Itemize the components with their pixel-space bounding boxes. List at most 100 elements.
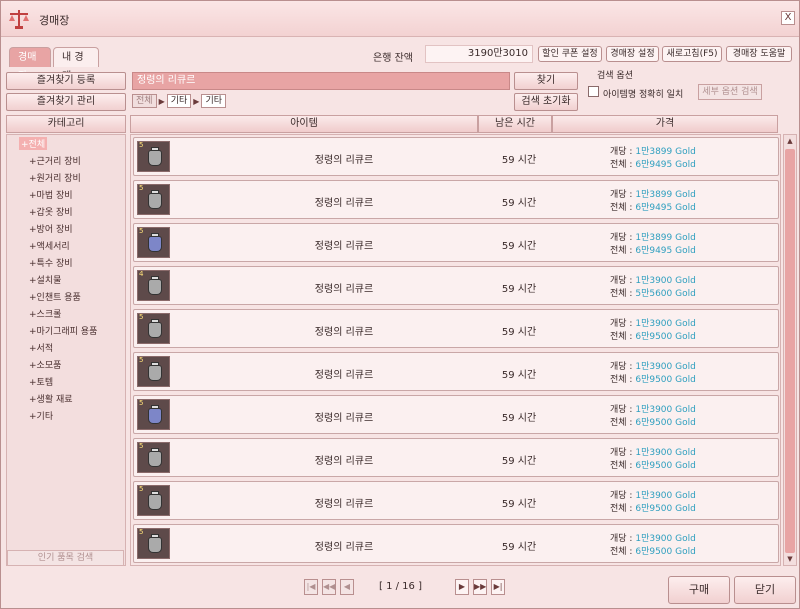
category-item[interactable]: +특수 장비 xyxy=(29,256,73,269)
popular-items-search-button[interactable]: 인기 품목 검색 xyxy=(7,550,124,566)
search-input[interactable]: 정령의 리큐르 xyxy=(132,72,510,90)
total-price: 전체 : 6만9495 Gold xyxy=(610,200,696,213)
total-price-value: 6만9500 Gold xyxy=(635,418,696,428)
item-name: 정령의 리큐르 xyxy=(314,241,374,252)
time-column-header[interactable]: 남은 시간 xyxy=(478,115,552,133)
category-item[interactable]: +인챈트 용품 xyxy=(29,290,81,303)
total-price-label: 전체 : xyxy=(610,504,633,514)
prev-page-icon[interactable]: ◀ xyxy=(340,579,354,595)
tab-auction[interactable]: 경매장 xyxy=(9,47,51,82)
unit-price: 개당 : 1만3899 Gold xyxy=(610,187,696,200)
category-item[interactable]: +서적 xyxy=(29,341,53,354)
unit-price-label: 개당 : xyxy=(610,190,633,200)
breadcrumb-item[interactable]: 전체 xyxy=(132,94,157,108)
liqueur-bottle-icon: 4 xyxy=(137,270,170,301)
bottle-body xyxy=(148,365,162,381)
add-favorite-button[interactable]: 즐겨찾기 등록 xyxy=(6,72,126,90)
unit-price-value: 1만3899 Gold xyxy=(635,147,696,157)
unit-price: 개당 : 1만3900 Gold xyxy=(610,531,696,544)
unit-price-value: 1만3900 Gold xyxy=(635,362,696,372)
table-row[interactable]: 5 정령의 리큐르 59 시간 개당 : 1만3900 Gold 전체 : 6만9500… xyxy=(133,438,779,477)
bottle-body xyxy=(148,451,162,467)
total-price-value: 6만9495 Gold xyxy=(635,203,696,213)
liqueur-bottle-icon: 5 xyxy=(137,356,170,387)
list-scrollbar[interactable]: ▲ ▼ xyxy=(783,134,797,566)
liqueur-bottle-icon: 5 xyxy=(137,528,170,559)
unit-price: 개당 : 1만3899 Gold xyxy=(610,230,696,243)
table-row[interactable]: 5 정령의 리큐르 59 시간 개당 : 1만3900 Gold 전체 : 6만9500… xyxy=(133,395,779,434)
first-page-icon[interactable]: |◀ xyxy=(304,579,318,595)
time-left: 59 시간 xyxy=(501,370,537,381)
category-item[interactable]: +갑옷 장비 xyxy=(29,205,73,218)
table-row[interactable]: 5 정령의 리큐르 59 시간 개당 : 1만3899 Gold 전체 : 6만9495… xyxy=(133,180,779,219)
breadcrumb-item[interactable]: 기타 xyxy=(201,94,226,108)
scroll-up-icon[interactable]: ▲ xyxy=(784,135,796,147)
item-name: 정령의 리큐르 xyxy=(314,499,374,510)
close-button[interactable]: 닫기 xyxy=(734,576,796,604)
category-item[interactable]: +소모품 xyxy=(29,358,61,371)
time-left: 59 시간 xyxy=(501,542,537,553)
unit-price-value: 1만3900 Gold xyxy=(635,534,696,544)
reset-search-button[interactable]: 검색 초기화 xyxy=(514,93,578,111)
item-name: 정령의 리큐르 xyxy=(314,327,374,338)
exact-match-checkbox[interactable] xyxy=(588,86,599,97)
category-item[interactable]: +마법 장비 xyxy=(29,188,73,201)
title-bar[interactable]: 경매장 X xyxy=(1,1,799,37)
table-row[interactable]: 5 정령의 리큐르 59 시간 개당 : 1만3899 Gold 전체 : 6만9495… xyxy=(133,223,779,262)
category-item[interactable]: +액세서리 xyxy=(29,239,70,252)
price-column-header[interactable]: 가격 xyxy=(552,115,778,133)
find-button[interactable]: 찾기 xyxy=(514,72,578,90)
item-count: 5 xyxy=(139,356,144,364)
total-price-label: 전체 : xyxy=(610,547,633,557)
table-row[interactable]: 5 정령의 리큐르 59 시간 개당 : 1만3900 Gold 전체 : 6만9500… xyxy=(133,309,779,348)
detail-search-button[interactable]: 세부 옵션 검색 xyxy=(698,84,762,100)
bottle-body xyxy=(148,322,162,338)
table-row[interactable]: 5 정령의 리큐르 59 시간 개당 : 1만3899 Gold 전체 : 6만9495… xyxy=(133,137,779,176)
exact-match-label: 아이템명 정확히 일치 xyxy=(603,90,684,100)
total-price-value: 6만9500 Gold xyxy=(635,461,696,471)
category-item[interactable]: +설치물 xyxy=(29,273,61,286)
chevron-right-icon: ▶ xyxy=(193,96,200,106)
next-page-icon[interactable]: ▶ xyxy=(455,579,469,595)
total-price-label: 전체 : xyxy=(610,289,633,299)
category-all[interactable]: +전체 xyxy=(19,137,48,150)
scroll-down-icon[interactable]: ▼ xyxy=(784,553,796,565)
total-price-label: 전체 : xyxy=(610,332,633,342)
breadcrumb-item[interactable]: 기타 xyxy=(166,94,192,108)
item-count: 5 xyxy=(139,528,144,536)
category-item[interactable]: +스크롤 xyxy=(29,307,61,320)
table-row[interactable]: 5 정령의 리큐르 59 시간 개당 : 1만3900 Gold 전체 : 6만9500… xyxy=(133,352,779,391)
total-price-value: 6만9500 Gold xyxy=(635,375,696,385)
scroll-thumb[interactable] xyxy=(785,149,795,553)
next-ten-pages-icon[interactable]: ▶▶ xyxy=(473,579,487,595)
category-item[interactable]: +마기그래피 용품 xyxy=(29,324,97,337)
last-page-icon[interactable]: ▶| xyxy=(491,579,505,595)
total-price: 전체 : 6만9500 Gold xyxy=(610,372,696,385)
category-item[interactable]: +근거리 장비 xyxy=(29,154,81,167)
refresh-button[interactable]: 새로고침(F5) xyxy=(662,46,722,62)
table-row[interactable]: 4 정령의 리큐르 59 시간 개당 : 1만3900 Gold 전체 : 5만5600… xyxy=(133,266,779,305)
auction-settings-button[interactable]: 경매장 설정 xyxy=(606,46,659,62)
tab-my-auction[interactable]: 내 경매 xyxy=(53,47,99,82)
item-name: 정령의 리큐르 xyxy=(314,198,374,209)
help-button[interactable]: 경매장 도움말 xyxy=(726,46,792,62)
item-column-header[interactable]: 아이템 xyxy=(130,115,478,133)
item-count: 5 xyxy=(139,141,144,149)
buy-button[interactable]: 구매 xyxy=(668,576,730,604)
auction-item-list: 5 정령의 리큐르 59 시간 개당 : 1만3899 Gold 전체 : 6만9495… xyxy=(130,134,781,566)
time-left: 59 시간 xyxy=(501,241,537,252)
close-window-button[interactable]: X xyxy=(781,11,795,25)
manage-favorite-button[interactable]: 즐겨찾기 관리 xyxy=(6,93,126,111)
total-price: 전체 : 6만9500 Gold xyxy=(610,544,696,557)
table-row[interactable]: 5 정령의 리큐르 59 시간 개당 : 1만3900 Gold 전체 : 6만9500… xyxy=(133,481,779,520)
category-item[interactable]: +원거리 장비 xyxy=(29,171,81,184)
table-row[interactable]: 5 정령의 리큐르 59 시간 개당 : 1만3900 Gold 전체 : 6만9500… xyxy=(133,524,779,563)
category-item[interactable]: +방어 장비 xyxy=(29,222,73,235)
prev-ten-pages-icon[interactable]: ◀◀ xyxy=(322,579,336,595)
discount-coupon-button[interactable]: 할인 쿠폰 설정 xyxy=(538,46,602,62)
category-item[interactable]: +기타 xyxy=(29,409,53,422)
category-item[interactable]: +토템 xyxy=(29,375,53,388)
unit-price-value: 1만3900 Gold xyxy=(635,405,696,415)
total-price-value: 6만9495 Gold xyxy=(635,160,696,170)
category-item[interactable]: +생활 재료 xyxy=(29,392,73,405)
